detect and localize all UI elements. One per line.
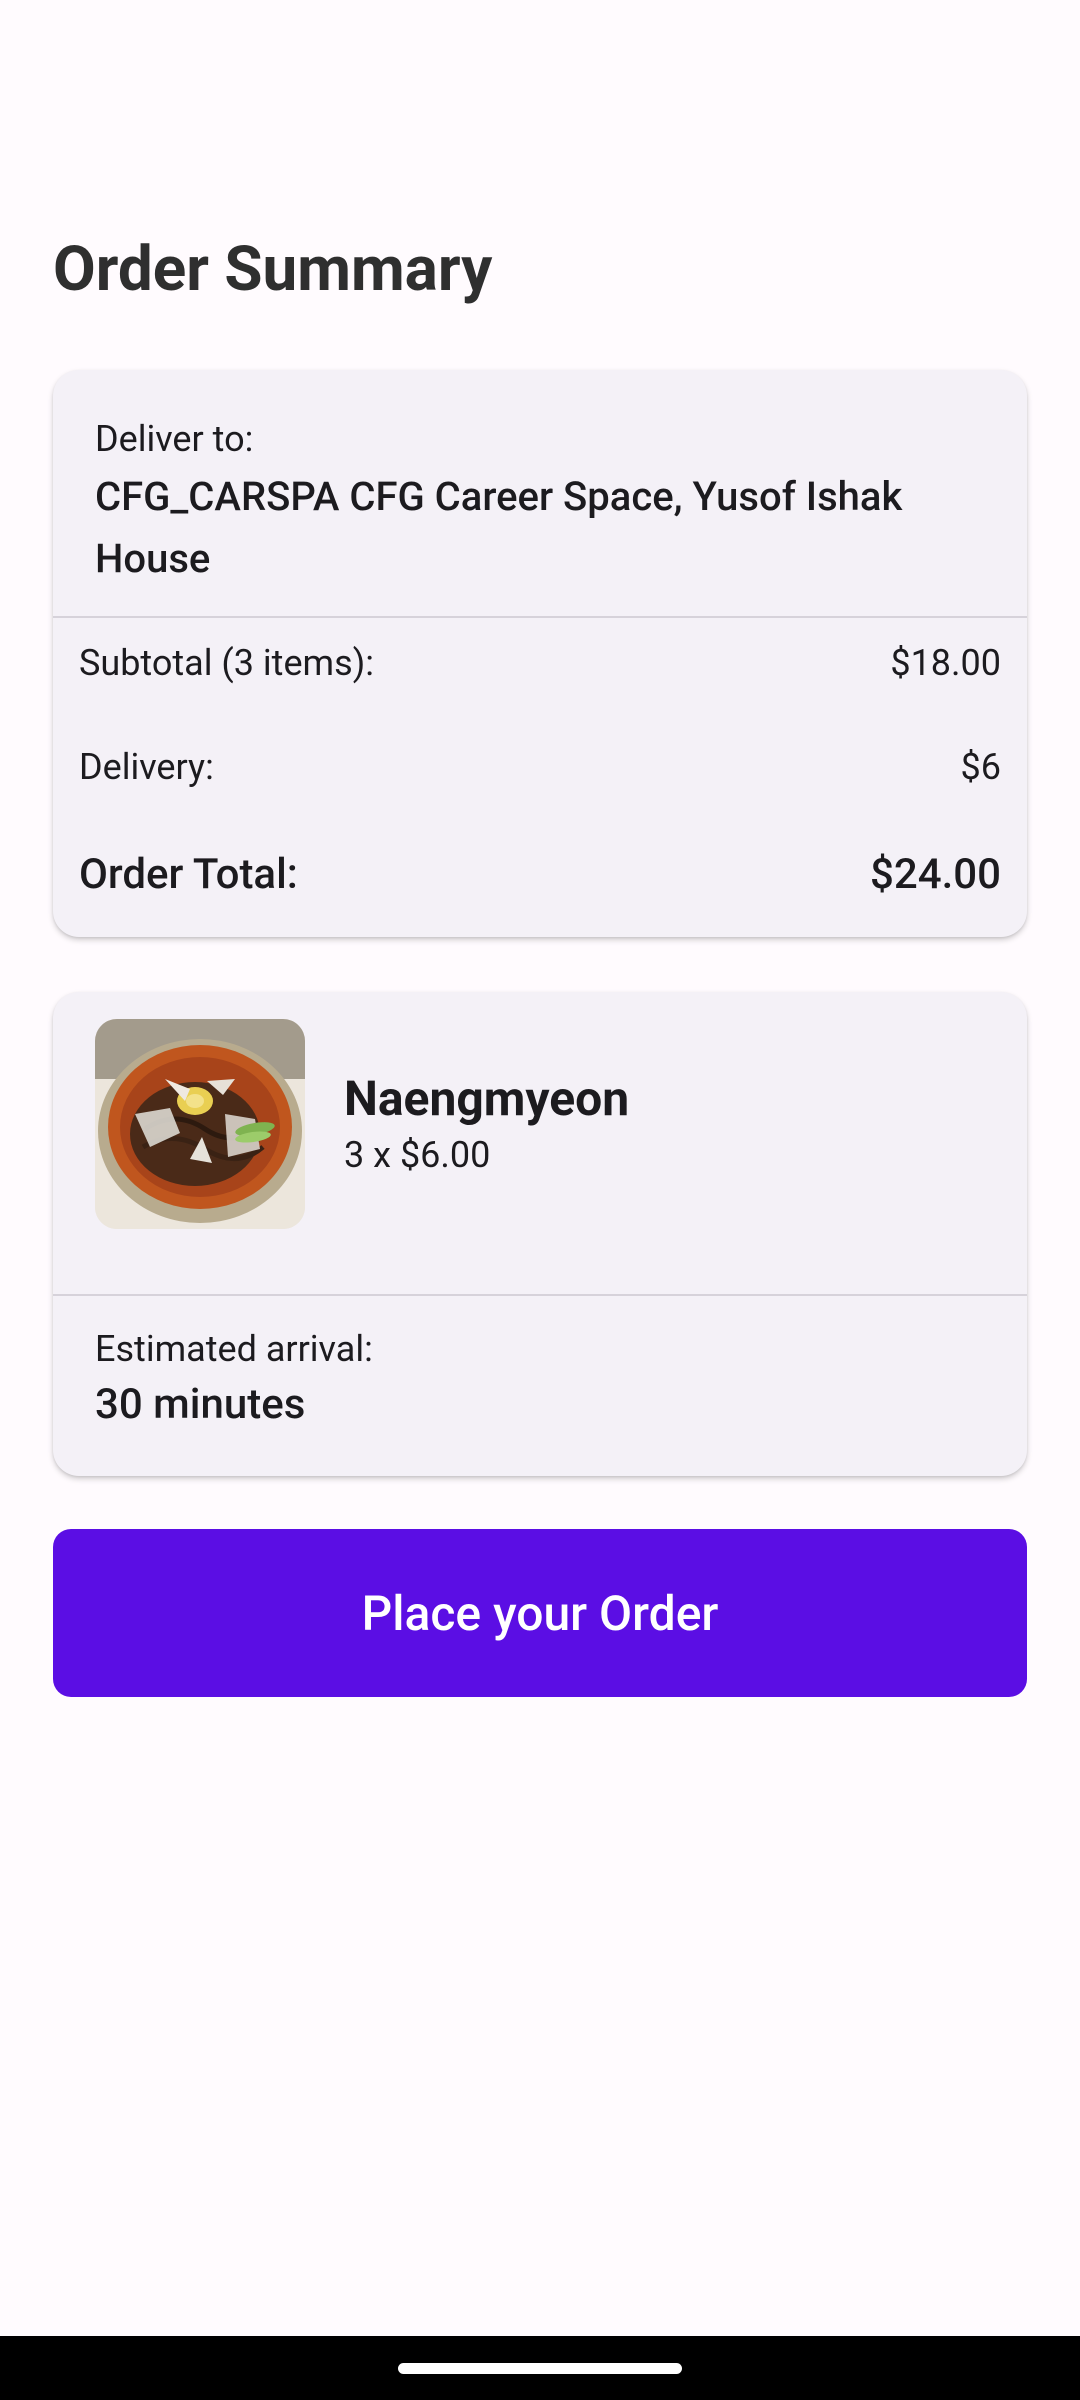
item-name: Naengmyeon xyxy=(344,1070,630,1127)
order-summary-card: Deliver to: CFG_CARSPA CFG Career Space,… xyxy=(53,370,1027,937)
deliver-to-label: Deliver to: xyxy=(95,418,254,460)
delivery-fee-row: Delivery: $6 xyxy=(79,746,1001,788)
subtotal-row: Subtotal (3 items): $18.00 xyxy=(79,642,1001,684)
delivery-fee-value: $6 xyxy=(960,746,1001,788)
subtotal-value: $18.00 xyxy=(890,642,1001,684)
item-quantity-price: 3 x $6.00 xyxy=(344,1134,491,1176)
estimated-arrival-label: Estimated arrival: xyxy=(95,1328,373,1370)
delivery-address-section: Deliver to: CFG_CARSPA CFG Career Space,… xyxy=(53,370,1027,616)
divider xyxy=(53,1294,1027,1296)
divider xyxy=(53,616,1027,618)
order-total-label: Order Total: xyxy=(79,850,298,899)
page-title: Order Summary xyxy=(53,233,493,306)
order-total-row: Order Total: $24.00 xyxy=(79,850,1001,899)
delivery-fee-label: Delivery: xyxy=(79,746,214,788)
home-indicator[interactable] xyxy=(398,2363,682,2374)
estimated-arrival-value: 30 minutes xyxy=(95,1380,306,1429)
order-total-value: $24.00 xyxy=(869,850,1001,899)
food-photo-icon xyxy=(95,1019,305,1229)
order-item-card: Naengmyeon 3 x $6.00 Estimated arrival: … xyxy=(53,992,1027,1476)
subtotal-label: Subtotal (3 items): xyxy=(79,642,374,684)
delivery-address: CFG_CARSPA CFG Career Space, Yusof Ishak… xyxy=(95,473,903,582)
place-order-button[interactable]: Place your Order xyxy=(53,1529,1027,1697)
